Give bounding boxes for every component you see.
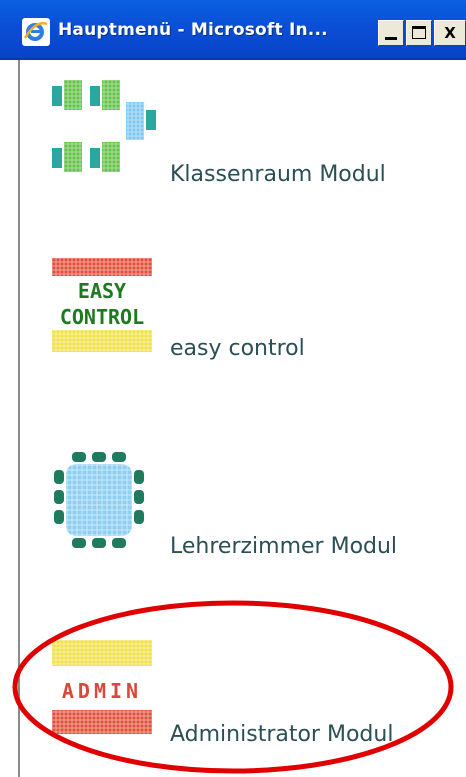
menu-item-administrator[interactable]: ADMIN Administrator Modul xyxy=(22,640,466,770)
close-icon: X xyxy=(444,24,456,42)
minimize-icon xyxy=(385,37,397,40)
window-titlebar[interactable]: Hauptmenü - Microsoft In... X xyxy=(0,0,466,60)
easy-logo-line-2: CONTROL xyxy=(60,305,144,329)
menu-item-easy-control[interactable]: EASY CONTROL easy control xyxy=(22,258,466,388)
admin-logo-text: ADMIN xyxy=(62,679,142,703)
classroom-grid-icon xyxy=(52,80,156,172)
minimize-button[interactable] xyxy=(378,20,404,46)
menu-item-klassenraum[interactable]: Klassenraum Modul xyxy=(22,80,466,210)
maximize-icon xyxy=(412,26,426,39)
menu-item-lehrerzimmer[interactable]: Lehrerzimmer Modul xyxy=(22,450,466,580)
window-left-border xyxy=(0,60,20,777)
menu-label-administrator[interactable]: Administrator Modul xyxy=(170,722,393,747)
menu-label-lehrerzimmer[interactable]: Lehrerzimmer Modul xyxy=(170,534,397,559)
internet-explorer-icon xyxy=(22,18,50,46)
menu-label-klassenraum[interactable]: Klassenraum Modul xyxy=(170,162,386,187)
menu-label-easy-control[interactable]: easy control xyxy=(170,336,305,361)
easy-control-logo-icon: EASY CONTROL xyxy=(52,258,152,352)
close-button[interactable]: X xyxy=(434,20,466,46)
staffroom-table-icon xyxy=(54,452,144,548)
easy-logo-line-1: EASY xyxy=(78,279,126,303)
window-title: Hauptmenü - Microsoft In... xyxy=(58,20,328,40)
maximize-button[interactable] xyxy=(406,20,432,46)
main-menu: Klassenraum Modul EASY CONTROL easy cont… xyxy=(22,60,466,777)
admin-logo-icon: ADMIN xyxy=(52,640,152,734)
